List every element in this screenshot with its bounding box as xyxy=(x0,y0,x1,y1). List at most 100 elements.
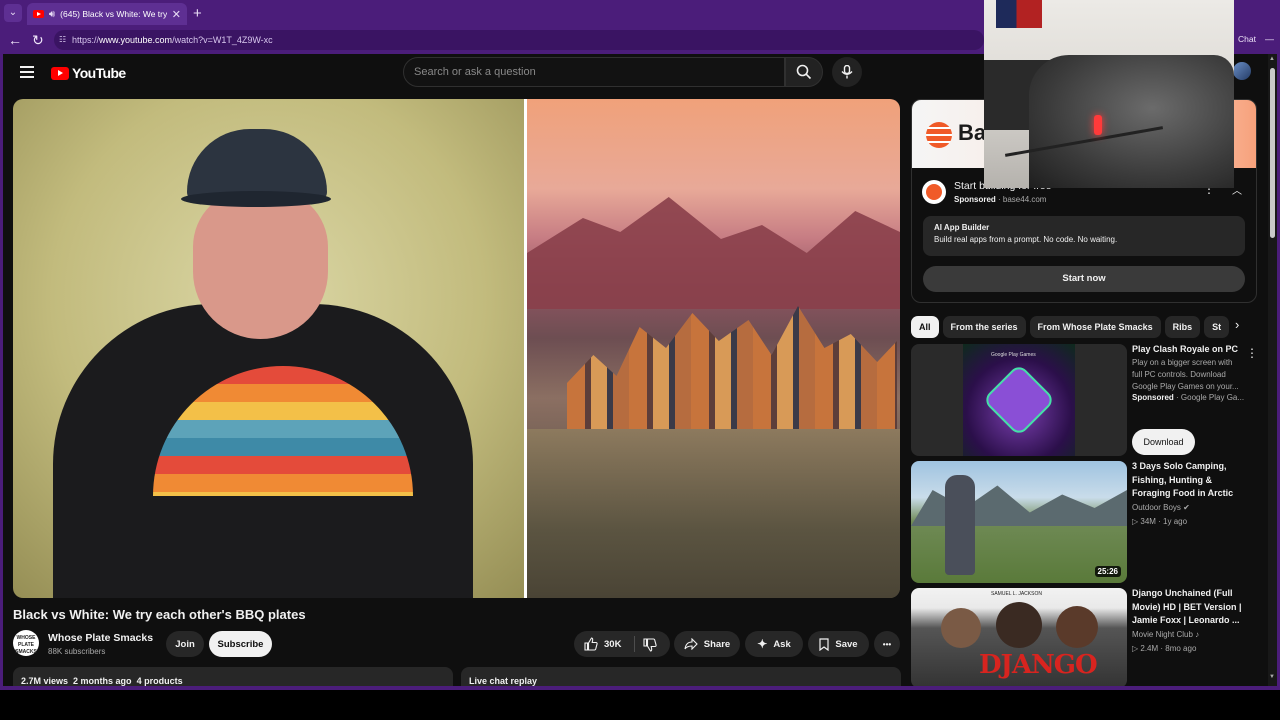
chip-ribs[interactable]: Ribs xyxy=(1164,316,1201,338)
youtube-logo[interactable]: YouTube xyxy=(51,65,126,81)
poster-title: DJANGO xyxy=(979,650,1098,680)
shirt-graphic xyxy=(53,304,473,598)
rec-thumbnail[interactable]: Google Play Games xyxy=(911,344,1127,456)
tab-active[interactable]: 🔊︎ (645) Black vs White: We try each oth… xyxy=(27,3,187,25)
chip-from-series[interactable]: From the series xyxy=(942,316,1026,338)
sunset-graphic xyxy=(153,366,413,496)
fur-blanket xyxy=(1029,55,1234,188)
like-icon[interactable] xyxy=(584,637,598,651)
ask-button[interactable]: ✦ Ask xyxy=(745,631,803,657)
rec-title[interactable]: Django Unchained (Full Movie) HD | BET V… xyxy=(1132,587,1252,628)
like-count[interactable]: 30K xyxy=(604,639,621,650)
subscribe-button[interactable]: Subscribe xyxy=(209,631,272,657)
share-label: Share xyxy=(703,638,731,650)
start-now-button[interactable]: Start now xyxy=(923,266,1245,292)
more-actions-button[interactable]: ••• xyxy=(874,631,900,657)
account-avatar[interactable] xyxy=(1233,62,1251,80)
browser-window: ⌄ 🔊︎ (645) Black vs White: We try each o… xyxy=(0,0,1280,690)
city-plain xyxy=(527,429,900,598)
share-icon xyxy=(684,638,698,650)
video-title: Black vs White: We try each other's BBQ … xyxy=(13,607,306,622)
back-arrow-icon[interactable]: ← xyxy=(8,32,22,48)
video-frame-right xyxy=(527,99,900,598)
microphone-icon xyxy=(841,65,853,79)
download-button[interactable]: Download xyxy=(1132,429,1195,455)
new-tab-button[interactable]: + xyxy=(193,5,202,22)
video-player[interactable] xyxy=(13,99,900,598)
mountain-range xyxy=(527,197,900,309)
scrollbar-thumb[interactable] xyxy=(1270,68,1275,238)
close-icon[interactable]: ✕ xyxy=(172,8,181,21)
rec-stats: ▷ 34M · 1y ago xyxy=(1132,517,1188,526)
filter-chips: All From the series From Whose Plate Smack… xyxy=(911,316,1241,338)
chip-from-channel[interactable]: From Whose Plate Smacks xyxy=(1029,316,1161,338)
channel-name[interactable]: Whose Plate Smacks xyxy=(48,632,153,644)
rec-thumbnail[interactable]: SAMUEL L. JACKSON DJANGO xyxy=(911,588,1127,686)
tab-list-button[interactable]: ⌄ xyxy=(4,4,22,22)
ad-info-box: AI App Builder Build real apps from a pr… xyxy=(923,216,1245,256)
cap-brim xyxy=(181,191,331,207)
description-box[interactable]: 2.7M views 2 months ago 4 products xyxy=(13,667,453,686)
products-link[interactable]: 4 products xyxy=(137,676,183,686)
poster-credit: SAMUEL L. JACKSON xyxy=(991,591,1042,597)
share-button[interactable]: Share xyxy=(674,631,740,657)
chip-all[interactable]: All xyxy=(911,316,939,338)
join-button[interactable]: Join xyxy=(166,631,204,657)
dislike-icon[interactable] xyxy=(643,638,657,652)
url-path: /watch?v=W1T_4Z9W-xc xyxy=(172,35,273,45)
save-button[interactable]: Save xyxy=(808,631,869,657)
site-info-icon[interactable]: ☷ xyxy=(59,30,66,50)
channel-avatar[interactable]: WHOSE PLATE SMACKS xyxy=(13,630,39,656)
rec-channel[interactable]: Movie Night Club ♪ xyxy=(1132,630,1199,639)
wall-flag xyxy=(996,0,1042,28)
red-light xyxy=(1094,115,1102,135)
city-skyline xyxy=(567,306,897,439)
verified-icon: ✔ xyxy=(1183,503,1190,512)
rec-channel[interactable]: Outdoor Boys ✔ xyxy=(1132,503,1190,512)
live-chat-replay[interactable]: Live chat replay xyxy=(461,667,901,686)
poster-face-center xyxy=(996,602,1042,648)
chip-truncated[interactable]: St xyxy=(1204,316,1230,338)
search-icon xyxy=(796,64,812,80)
minimize-sidebar-icon[interactable]: — xyxy=(1265,34,1274,44)
page-scrollbar[interactable]: ▲ ▼ xyxy=(1268,54,1277,686)
sponsored-label: Sponsored xyxy=(1132,393,1174,402)
rec-advertiser: Google Play Ga... xyxy=(1180,393,1245,402)
channel-name: Movie Night Club xyxy=(1132,630,1193,639)
scroll-up-icon[interactable]: ▲ xyxy=(1269,56,1275,62)
url-prefix: https:// xyxy=(72,35,100,45)
tab-title: (645) Black vs White: We try each other'… xyxy=(60,9,167,19)
search-button[interactable] xyxy=(785,57,823,87)
scroll-down-icon[interactable]: ▼ xyxy=(1269,674,1275,680)
search-input[interactable]: Search or ask a question xyxy=(403,57,785,87)
youtube-favicon-icon xyxy=(33,10,44,18)
like-divider xyxy=(634,636,635,652)
thumb-caption: Google Play Games xyxy=(991,352,1036,358)
rec-stats-text: 2.4M · 8mo ago xyxy=(1140,644,1197,653)
url-host: www.youtube.com xyxy=(99,35,173,45)
upload-age: 2 months ago xyxy=(73,676,132,686)
voice-search-button[interactable] xyxy=(832,57,862,87)
arctic-mountains xyxy=(911,485,1127,526)
url-field[interactable]: ☷ https://www.youtube.com/watch?v=W1T_4Z… xyxy=(54,30,984,50)
rec-more-icon[interactable]: ⋮ xyxy=(1246,346,1258,360)
chevron-right-icon[interactable]: › xyxy=(1235,317,1239,332)
rec-title[interactable]: Play Clash Royale on PC xyxy=(1132,343,1252,357)
play-games-icon xyxy=(982,363,1056,437)
rec-thumbnail[interactable]: 25:26 xyxy=(911,461,1127,583)
rec-sponsor-line: Sponsored · Google Play Ga... xyxy=(1132,393,1245,402)
host-face xyxy=(193,189,328,339)
base44-logo-icon xyxy=(926,122,952,148)
speaker-icon[interactable]: 🔊︎ xyxy=(49,9,55,20)
chat-button[interactable]: Chat xyxy=(1238,34,1256,44)
rec-title[interactable]: 3 Days Solo Camping, Fishing, Hunting & … xyxy=(1132,460,1252,501)
taskbar-strip xyxy=(0,690,1280,720)
video-duration: 25:26 xyxy=(1094,566,1121,577)
rec-stats-text: 34M · 1y ago xyxy=(1140,517,1188,526)
music-badge-icon: ♪ xyxy=(1195,630,1200,639)
hiker-figure xyxy=(945,475,975,575)
menu-icon[interactable] xyxy=(20,66,34,78)
video-frame-left xyxy=(13,99,524,598)
rec-stats: ▷ 2.4M · 8mo ago xyxy=(1132,644,1197,653)
reload-icon[interactable]: ↻ xyxy=(32,32,44,49)
